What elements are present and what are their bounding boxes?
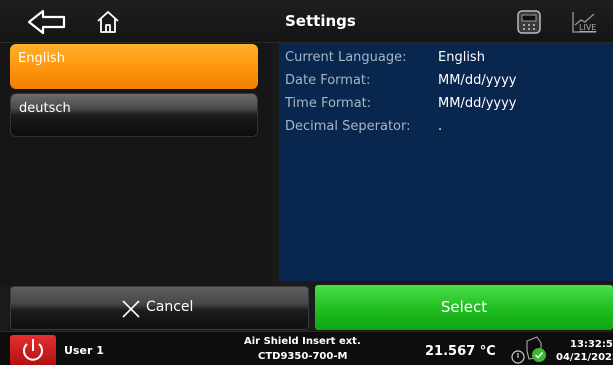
close-icon (122, 300, 140, 318)
settings-info-panel: Current Language: English Date Format: M… (279, 43, 613, 281)
select-button[interactable]: Select (315, 285, 613, 330)
clock-date: 04/21/2022 (556, 352, 613, 363)
info-key: Decimal Seperator: (285, 119, 411, 134)
device-name: Air Shield Insert ext. (244, 336, 361, 347)
live-button[interactable]: LIVE (570, 9, 598, 35)
info-value: English (438, 50, 485, 65)
info-key: Date Format: (285, 73, 371, 88)
info-value: MM/dd/yyyy (438, 96, 517, 111)
home-button[interactable] (95, 8, 121, 36)
probe-connected-icon (511, 336, 546, 364)
probe-status (507, 335, 551, 365)
language-label: deutsch (19, 101, 71, 116)
info-value: MM/dd/yyyy (438, 73, 517, 88)
back-arrow-icon (27, 9, 66, 35)
page-title: Settings (285, 12, 356, 30)
power-button[interactable] (10, 335, 56, 365)
calculator-button[interactable] (516, 9, 542, 35)
user-name: User 1 (64, 344, 104, 357)
clock-time: 13:32:51 (570, 339, 613, 350)
top-bar: Settings LIVE (0, 0, 613, 43)
info-key: Time Format: (285, 96, 372, 111)
home-icon (97, 11, 119, 33)
back-button[interactable] (26, 8, 70, 36)
power-icon (23, 339, 43, 361)
device-model: CTD9350-700-M (258, 351, 348, 362)
language-option-english[interactable]: English (10, 44, 258, 89)
cancel-label: Cancel (146, 299, 194, 315)
cancel-button[interactable]: Cancel (10, 286, 309, 330)
live-label: LIVE (579, 23, 597, 32)
calculator-icon (517, 10, 541, 34)
language-option-deutsch[interactable]: deutsch (10, 93, 258, 137)
info-value: . (438, 119, 443, 134)
language-label: English (18, 51, 65, 66)
temperature-readout: 21.567 °C (425, 344, 496, 359)
info-key: Current Language: (285, 50, 407, 65)
select-label: Select (440, 298, 488, 316)
status-bar: User 1 Air Shield Insert ext. CTD9350-70… (0, 331, 613, 365)
language-list: English deutsch (0, 43, 271, 286)
